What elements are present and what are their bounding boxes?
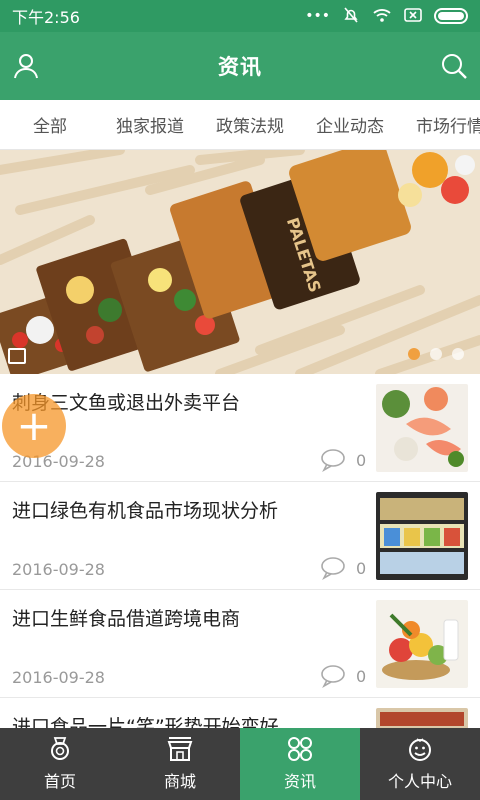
user-button[interactable] [6,46,46,86]
bottom-nav: 首页 商城 资讯 个人中心 [0,728,480,800]
battery-icon [434,8,468,24]
carousel-dot-2[interactable] [430,348,442,360]
app-header: 资讯 [0,32,480,100]
wifi-icon [372,7,392,26]
comment-icon [321,665,345,688]
nav-home-label: 首页 [43,772,76,791]
medal-icon [51,737,69,760]
smile-icon [409,738,431,761]
article-thumbnail [376,492,468,580]
article-title: 刺身三文鱼或退出外卖平台 [12,392,241,414]
nav-news[interactable]: 资讯 [240,728,360,800]
comment-icon [321,557,345,580]
nav-store[interactable]: 商城 [120,728,240,800]
article-thumbnail [376,384,468,472]
comment-count: 0 [320,448,366,472]
carousel-dot-3[interactable] [452,348,464,360]
comment-count: 0 [320,664,366,688]
article-date: 2016-09-28 [12,668,105,687]
user-icon [14,54,38,79]
comment-icon [321,449,345,472]
status-time: 下午2:56 [12,8,80,27]
status-bar: 下午2:56 ••• [0,0,480,32]
tab-exclusive[interactable]: 独家报道 [100,112,200,137]
search-button[interactable] [434,46,474,86]
nav-profile-label: 个人中心 [387,772,452,791]
gallery-icon [8,348,26,364]
tab-market[interactable]: 市场行情 [400,112,480,137]
sim-icon [404,7,422,26]
comment-count-value: 0 [356,666,367,686]
carousel-dot-1[interactable] [408,348,420,360]
category-tabs: 全部 独家报道 政策法规 企业动态 市场行情 [0,100,480,150]
nav-news-label: 资讯 [283,772,316,791]
more-icon: ••• [305,8,330,24]
comment-count: 0 [320,556,366,580]
banner-carousel[interactable]: PALETAS [0,150,480,374]
status-icons: ••• [305,6,468,27]
search-icon [442,54,467,79]
list-item[interactable]: 刺身三文鱼或退出外卖平台 2016-09-28 0 [0,374,480,482]
tab-all[interactable]: 全部 [0,112,100,137]
article-title: 进口生鲜食品借道跨境电商 [12,608,241,630]
article-title: 进口绿色有机食品市场现状分析 [12,500,279,522]
article-thumbnail [376,600,468,688]
tab-company[interactable]: 企业动态 [300,112,400,137]
list-item[interactable]: 进口绿色有机食品市场现状分析 2016-09-28 0 [0,482,480,590]
nav-home[interactable]: 首页 [0,728,120,800]
tab-policy[interactable]: 政策法规 [200,112,300,137]
add-button[interactable]: + [2,394,66,458]
page-title: 资讯 [218,55,262,79]
comment-count-value: 0 [356,558,367,578]
mute-icon [342,6,360,27]
list-item[interactable]: 进口生鲜食品借道跨境电商 2016-09-28 0 [0,590,480,698]
comment-count-value: 0 [356,450,367,470]
article-date: 2016-09-28 [12,560,105,579]
store-icon [167,737,193,761]
banner-image: PALETAS [0,150,480,374]
nav-store-label: 商城 [163,772,196,791]
grid-icon [288,737,312,761]
carousel-dots [408,348,464,360]
nav-profile[interactable]: 个人中心 [360,728,480,800]
